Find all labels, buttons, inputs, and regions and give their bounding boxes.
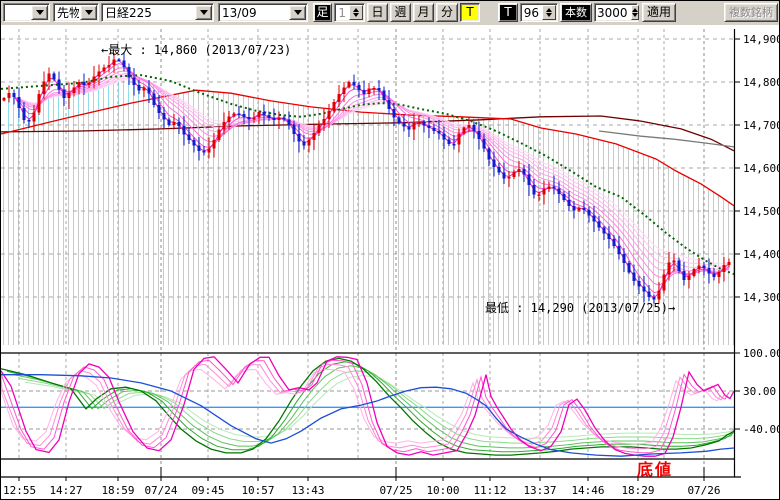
spin-down-icon bbox=[353, 13, 359, 17]
interval-tick-button[interactable]: T bbox=[460, 3, 480, 22]
price-axis-label: 14,500 bbox=[743, 205, 779, 218]
chevron-down-icon bbox=[36, 10, 44, 15]
oscillator-axis-label: 100.00 bbox=[743, 347, 779, 360]
blank-combo-value bbox=[4, 4, 30, 21]
chevron-down-icon bbox=[294, 10, 302, 15]
price-axis-label: 14,800 bbox=[743, 76, 779, 89]
tick-spin-buttons[interactable] bbox=[542, 5, 556, 20]
time-axis-label: 07/25 bbox=[379, 484, 412, 497]
bars-count-spinner[interactable]: 3000 bbox=[594, 3, 638, 22]
oscillator-magenta-line bbox=[1, 364, 725, 448]
spin-down-icon bbox=[632, 13, 638, 17]
oscillator-magenta-line bbox=[1, 360, 729, 452]
contract-month-combo[interactable]: 13/09 bbox=[218, 3, 308, 22]
symbol-combo[interactable]: 日経225 bbox=[101, 3, 214, 22]
interval-month-button[interactable]: 月 bbox=[413, 3, 434, 22]
interval-value: 1 bbox=[335, 4, 348, 21]
time-axis-label: 13:43 bbox=[291, 484, 324, 497]
interval-week-button[interactable]: 週 bbox=[390, 3, 411, 22]
time-axis-label: 14:27 bbox=[49, 484, 82, 497]
chevron-down-icon bbox=[200, 10, 208, 15]
tick-count-value: 96 bbox=[521, 4, 541, 21]
instrument-type-combo[interactable]: 先物 bbox=[53, 3, 99, 22]
time-axis-label: 10:57 bbox=[241, 484, 274, 497]
spin-up-icon bbox=[546, 8, 552, 12]
chart-area[interactable]: 14,900 14,800 14,700 14,600 14,500 14,400 14,3… bbox=[1, 25, 779, 499]
time-axis-label: 09:45 bbox=[191, 484, 224, 497]
chart-canvas: 14,900 14,800 14,700 14,600 14,500 14,400 14,3… bbox=[1, 25, 779, 499]
contract-month-dropdown[interactable] bbox=[289, 5, 306, 20]
time-axis-label: 07/24 bbox=[144, 484, 177, 497]
symbol-value: 日経225 bbox=[102, 4, 194, 21]
price-axis-label: 14,600 bbox=[743, 162, 779, 175]
price-axis-label: 14,900 bbox=[743, 33, 779, 46]
time-axis-label: 14:46 bbox=[571, 484, 604, 497]
blank-combo[interactable] bbox=[3, 3, 50, 22]
spin-down-icon bbox=[546, 13, 552, 17]
spin-up-icon bbox=[632, 8, 638, 12]
bar-type-button[interactable]: 足 bbox=[313, 3, 332, 22]
chevron-down-icon bbox=[85, 10, 93, 15]
multi-symbol-button[interactable]: 複数銘柄 bbox=[724, 3, 778, 22]
bars-count-value: 3000 bbox=[595, 4, 630, 21]
time-axis-label: 18:29 bbox=[621, 484, 654, 497]
price-axis-label: 14,300 bbox=[743, 291, 779, 304]
time-axis-label: 13:37 bbox=[523, 484, 556, 497]
time-axis-label: 07/26 bbox=[687, 484, 720, 497]
instrument-type-value: 先物 bbox=[54, 4, 79, 21]
interval-spin-buttons[interactable] bbox=[349, 5, 363, 20]
oscillator-axis-label: -40.00 bbox=[743, 423, 779, 436]
min-annotation: 最低 : 14,290 (2013/07/25)→ bbox=[485, 301, 675, 315]
contract-month-value: 13/09 bbox=[219, 4, 288, 21]
price-axis-label: 14,400 bbox=[743, 248, 779, 261]
spin-up-icon bbox=[353, 8, 359, 12]
interval-spinner[interactable]: 1 bbox=[334, 3, 365, 22]
max-annotation: ←最大 : 14,860 (2013/07/23) bbox=[101, 43, 291, 57]
tick-label-button[interactable]: T bbox=[498, 3, 518, 22]
price-axis-label: 14,700 bbox=[743, 119, 779, 132]
bars-spin-buttons[interactable] bbox=[631, 5, 639, 20]
bars-label-button[interactable]: 本数 bbox=[560, 3, 592, 22]
apply-button[interactable]: 適用 bbox=[642, 3, 676, 22]
chart-window: 先物 日経225 13/09 足 1 日 週 月 分 T T 96 本数 300… bbox=[0, 0, 780, 500]
bottom-price-annotation: 底値 bbox=[637, 460, 673, 479]
tick-count-spinner[interactable]: 96 bbox=[520, 3, 558, 22]
blank-combo-dropdown[interactable] bbox=[31, 5, 48, 20]
oscillator-axis-label: 30.00 bbox=[743, 385, 776, 398]
time-axis-label: 11:12 bbox=[473, 484, 506, 497]
symbol-dropdown[interactable] bbox=[195, 5, 212, 20]
time-axis-label: 18:59 bbox=[101, 484, 134, 497]
instrument-type-dropdown[interactable] bbox=[80, 5, 97, 20]
interval-minute-button[interactable]: 分 bbox=[436, 3, 458, 22]
time-axis-label: 10:00 bbox=[426, 484, 459, 497]
toolbar: 先物 日経225 13/09 足 1 日 週 月 分 T T 96 本数 300… bbox=[1, 1, 779, 26]
interval-day-button[interactable]: 日 bbox=[367, 3, 388, 22]
time-axis-label: 12:55 bbox=[3, 484, 36, 497]
